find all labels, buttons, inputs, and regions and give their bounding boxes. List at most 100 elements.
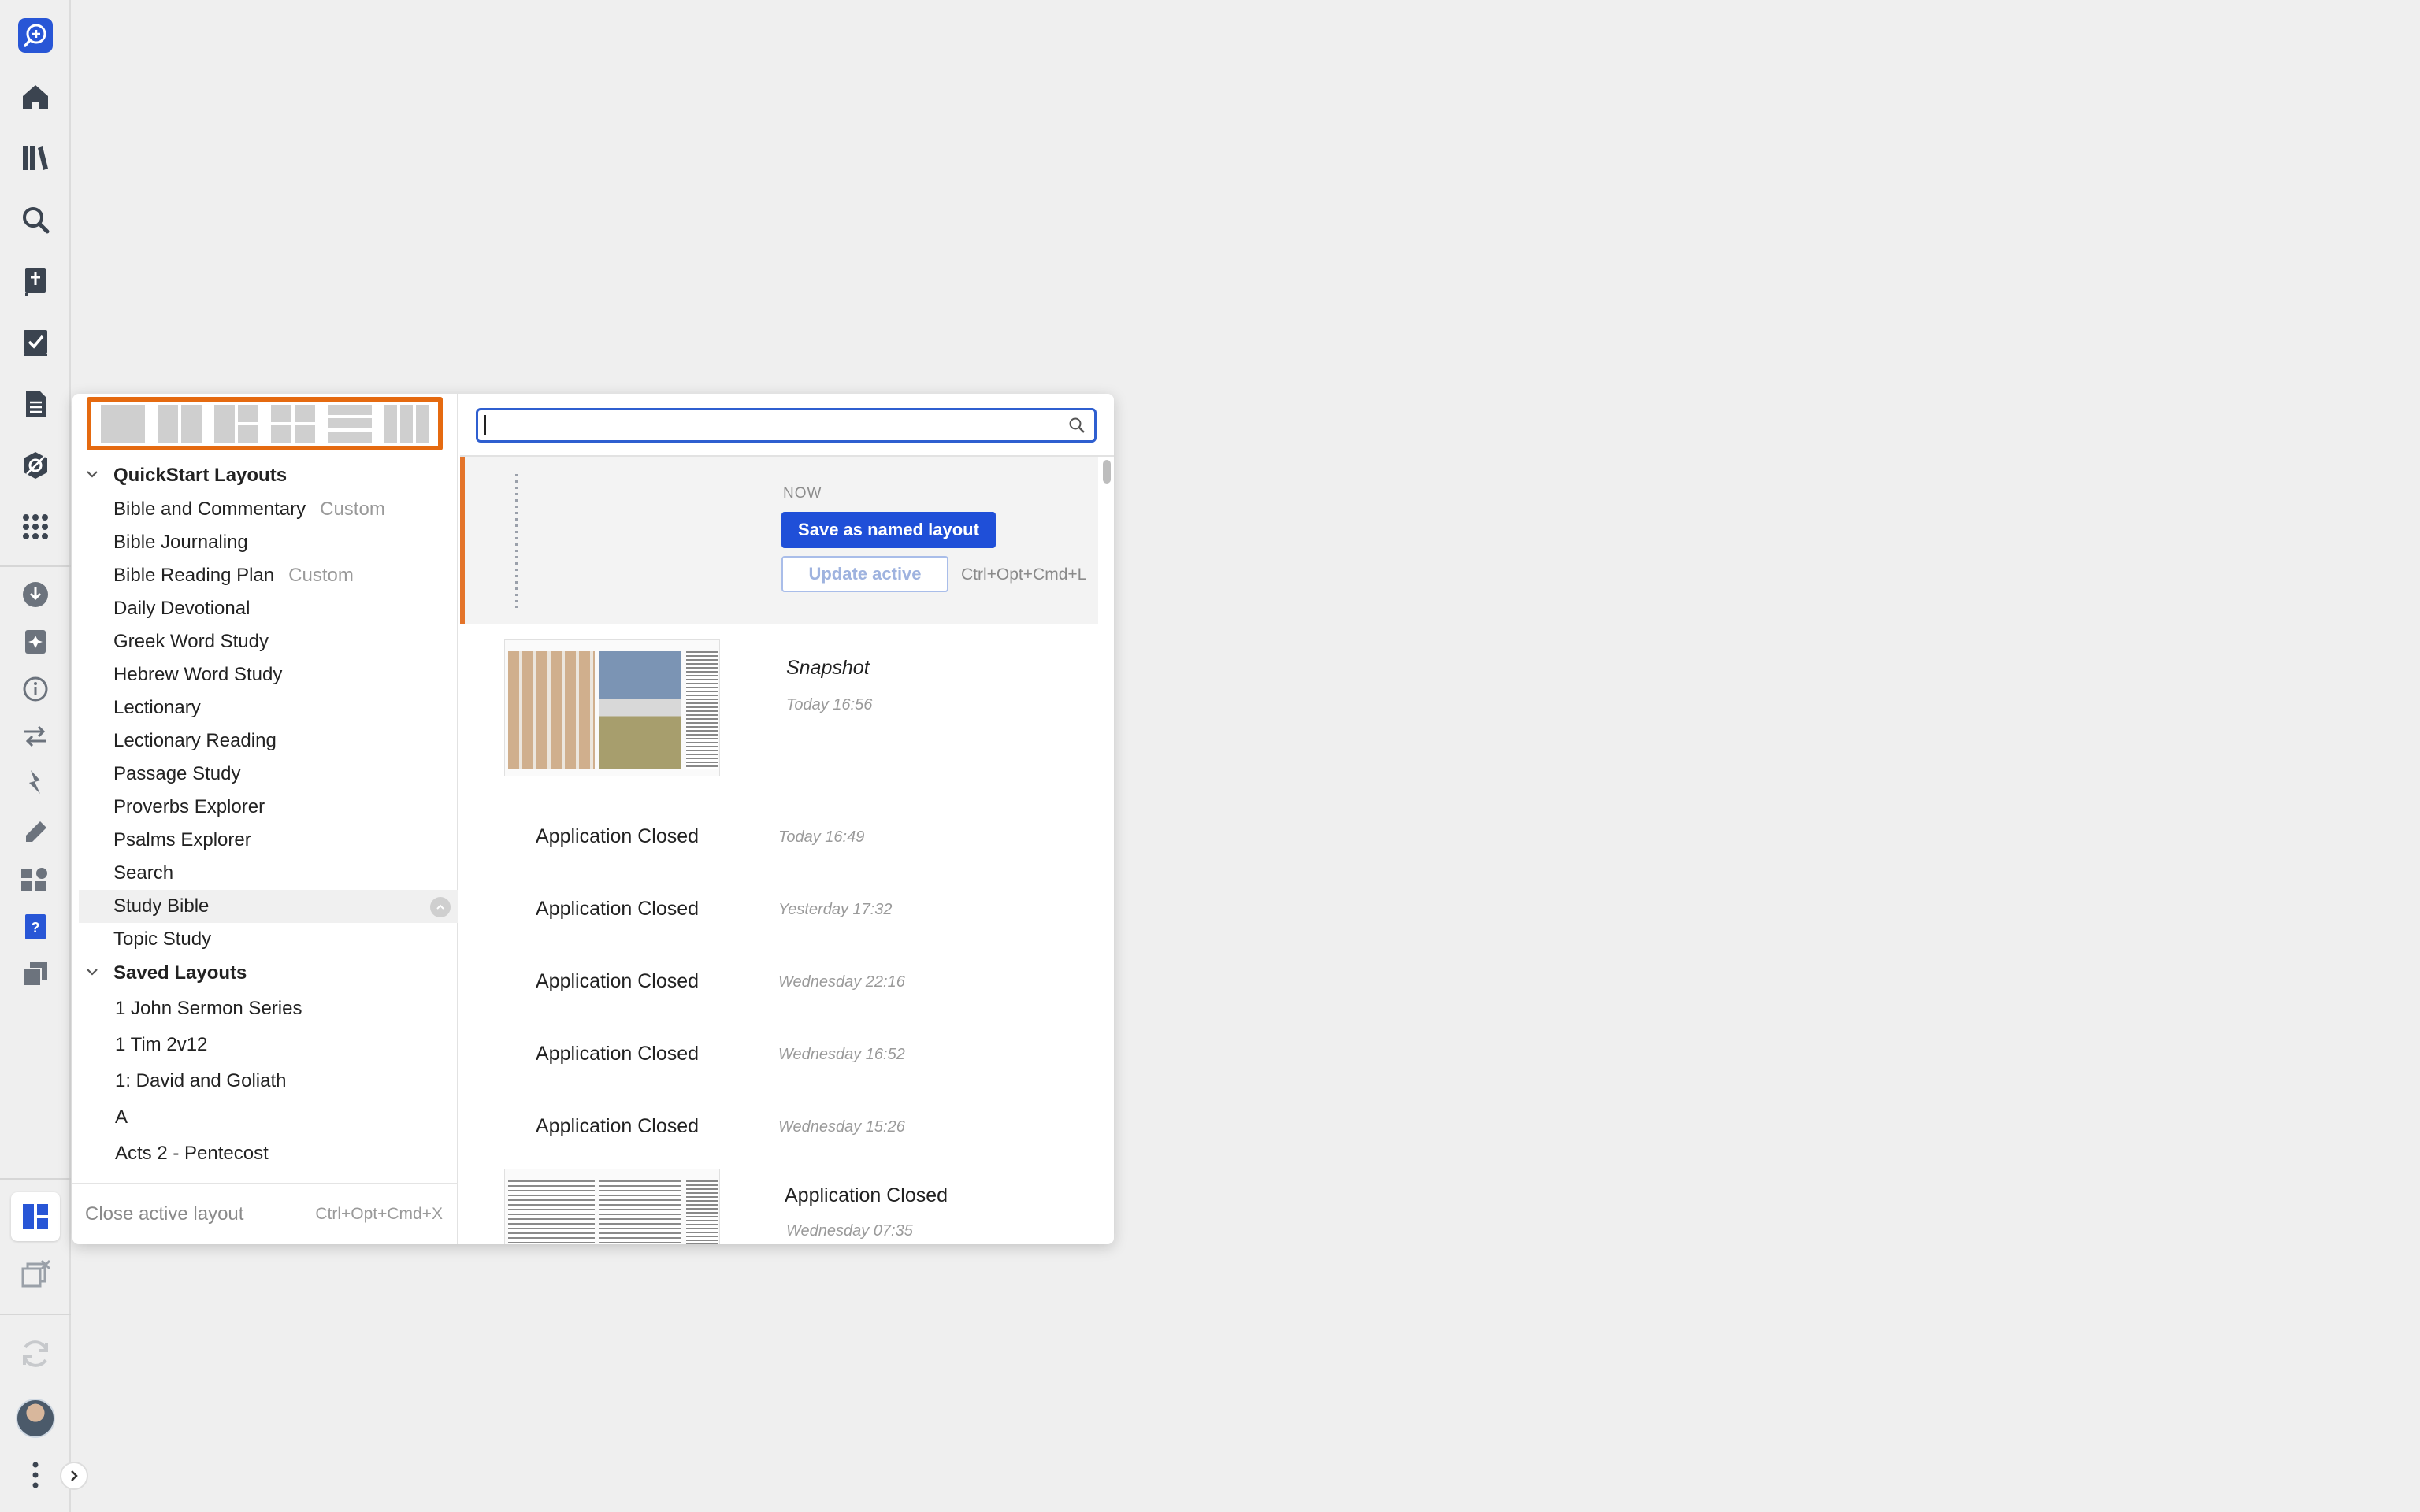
current-layout-thumbnail [515,474,518,608]
layout-history-column: NOW Save as named layout Update active C… [460,394,1114,1244]
layout-item-label: Search [113,862,174,884]
download-icon[interactable] [14,573,57,616]
layouts-icon[interactable] [11,1192,60,1241]
quickstart-layout-item[interactable]: Bible and Commentary Custom [72,493,458,526]
history-item-time: Yesterday 17:32 [778,901,893,918]
quickstart-layout-item[interactable]: Bible Journaling [72,526,458,559]
layout-1-panel-button[interactable] [101,405,145,443]
text-caret [484,415,486,435]
more-vertical-icon[interactable] [14,1454,57,1496]
custom-tag: Custom [320,498,385,520]
layouts-panel: QuickStart Layouts Bible and Commentary C… [72,394,1114,1244]
logos-search-icon[interactable] [14,14,57,57]
save-as-named-layout-button[interactable]: Save as named layout [781,512,996,548]
close-active-layout-button[interactable]: Close active layout Ctrl+Opt+Cmd+X [72,1183,458,1244]
saved-layout-item[interactable]: 1 Tim 2v12 [72,1027,458,1063]
layout-4-grid-button[interactable] [271,405,315,443]
update-active-button[interactable]: Update active [781,556,948,592]
info-icon[interactable] [14,668,57,710]
quickstart-layout-item[interactable]: Lectionary [72,691,458,724]
quickstart-layout-item[interactable]: Passage Study [72,758,458,791]
layout-item-label: Acts 2 - Pentecost [115,1143,269,1164]
history-item-with-thumbnail[interactable]: Application Closed Wednesday 07:35 [460,1166,1098,1244]
avatar[interactable] [16,1399,55,1438]
apps-grid-icon[interactable] [14,506,57,548]
close-layouts-icon[interactable] [14,1254,57,1296]
history-item-title: Application Closed [536,1115,700,1137]
saved-layout-item[interactable]: Acts 2 - Pentecost [72,1136,458,1172]
quickstart-layout-item[interactable]: Proverbs Explorer [72,791,458,824]
home-icon[interactable] [14,76,57,118]
chevron-up-icon[interactable] [430,897,451,917]
layout-item-label: A [115,1106,128,1128]
layout-search-input[interactable] [476,408,1097,443]
layout-item-label: Lectionary [113,697,201,718]
quickstart-layout-item[interactable]: Hebrew Word Study [72,658,458,691]
saved-layouts-header[interactable]: Saved Layouts [72,956,458,991]
history-item-time: Wednesday 16:52 [778,1046,905,1063]
widgets-icon[interactable] [14,858,57,901]
layout-item-label: Psalms Explorer [113,829,251,850]
history-item-snapshot[interactable]: Snapshot Today 16:56 [460,624,1098,803]
close-active-layout-label: Close active layout [85,1203,244,1225]
copy-icon[interactable] [14,953,57,995]
layout-1-plus-2-button[interactable] [214,405,258,443]
document-icon[interactable] [14,383,57,425]
quickstart-layouts-header[interactable]: QuickStart Layouts [72,458,458,493]
layouts-tree: QuickStart Layouts Bible and Commentary C… [72,458,458,1175]
history-item[interactable]: Application Closed Yesterday 17:32 [460,876,1098,948]
close-active-layout-shortcut: Ctrl+Opt+Cmd+X [315,1205,443,1223]
rail-divider [0,565,71,567]
quickstart-layout-item[interactable]: Topic Study [72,923,458,956]
scrollbar-thumb[interactable] [1103,460,1111,484]
history-item[interactable]: Application Closed Wednesday 22:16 [460,948,1098,1021]
quickstart-layout-item[interactable]: Psalms Explorer [72,824,458,857]
sync-icon[interactable] [14,1332,57,1375]
quickstart-layout-item[interactable]: Lectionary Reading [72,724,458,758]
quickstart-layout-item[interactable]: Greek Word Study [72,625,458,658]
search-icon[interactable] [14,198,57,241]
quickstart-layout-item[interactable]: Study Bible [79,890,458,923]
quickstart-layout-item[interactable]: Daily Devotional [72,592,458,625]
history-item[interactable]: Application Closed Wednesday 15:26 [460,1093,1098,1166]
layout-2-column-button[interactable] [158,405,202,443]
layout-item-label: 1: David and Goliath [115,1070,287,1091]
transfer-icon[interactable] [14,715,57,758]
layout-item-label: Study Bible [113,895,210,917]
chevron-right-icon [71,1470,78,1481]
chevron-down-icon [87,969,98,976]
library-icon[interactable] [14,137,57,180]
layout-3-column-button[interactable] [384,405,429,443]
app-sidebar: ? [0,0,71,1512]
bible-icon[interactable] [14,260,57,302]
quickstart-layout-item[interactable]: Search [72,857,458,890]
history-item-title: Application Closed [536,1043,700,1065]
help-book-icon[interactable]: ? [14,906,57,948]
chevron-down-icon [87,471,98,478]
tools-icon[interactable] [14,444,57,487]
saved-layout-item[interactable]: 1: David and Goliath [72,1063,458,1099]
quickstart-layout-item[interactable]: Bible Reading Plan Custom [72,559,458,592]
history-item-time: Today 16:49 [778,828,865,846]
history-item[interactable]: Application Closed Today 16:49 [460,803,1098,876]
history-item-title: Snapshot [786,657,870,679]
layout-item-label: Bible Journaling [113,532,248,553]
history-item-time: Wednesday 07:35 [786,1222,913,1240]
factbook-icon[interactable] [14,621,57,663]
layout-thumbnail [504,1169,720,1244]
history-item-title: Application Closed [536,825,700,847]
expand-sidebar-button[interactable] [60,1462,88,1490]
history-item[interactable]: Application Closed Wednesday 16:52 [460,1021,1098,1093]
history-item-time: Wednesday 22:16 [778,973,905,991]
saved-layout-item[interactable]: 1 John Sermon Series [72,991,458,1027]
checklist-icon[interactable] [14,321,57,364]
history-item-title: Application Closed [785,1184,948,1206]
layout-item-label: Hebrew Word Study [113,664,283,685]
layouts-list-column: QuickStart Layouts Bible and Commentary C… [72,394,458,1244]
highlight-pen-icon[interactable] [14,811,57,854]
update-active-shortcut: Ctrl+Opt+Cmd+L [961,565,1087,584]
saved-layout-item[interactable]: A [72,1099,458,1136]
panel-arrangement-picker [87,397,443,450]
layout-3-row-button[interactable] [328,405,372,443]
bolt-icon[interactable] [14,761,57,803]
